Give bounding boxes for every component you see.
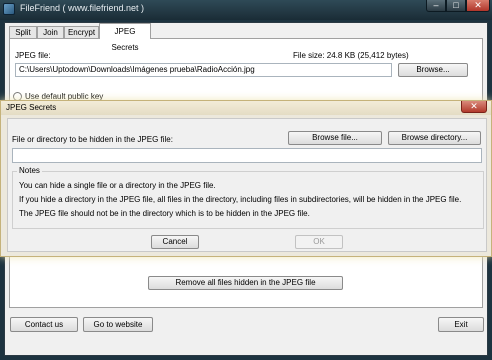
remove-all-hidden-button[interactable]: Remove all files hidden in the JPEG file [148,276,343,290]
close-button[interactable]: ✕ [466,0,490,12]
exit-button[interactable]: Exit [438,317,484,332]
jpeg-file-label: JPEG file: [15,51,51,60]
cancel-button[interactable]: Cancel [151,235,199,249]
notes-group: Notes You can hide a single file or a di… [12,166,484,229]
hide-target-label: File or directory to be hidden in the JP… [12,135,173,144]
dialog-title-bar[interactable]: JPEG Secrets ✕ [1,101,491,115]
note-line-3: The JPEG file should not be in the direc… [19,209,310,218]
ok-button[interactable]: OK [295,235,343,249]
dialog-title: JPEG Secrets [6,103,57,112]
dialog-body: File or directory to be hidden in the JP… [7,118,487,252]
maximize-button[interactable]: □ [446,0,466,12]
dialog-close-button[interactable]: ✕ [461,101,487,113]
notes-legend: Notes [17,166,42,175]
tab-jpeg-secrets[interactable]: JPEG Secrets [99,23,151,52]
minimize-button[interactable]: – [426,0,446,12]
app-icon [3,3,15,15]
contact-us-button[interactable]: Contact us [10,317,78,332]
note-line-1: You can hide a single file or a director… [19,181,216,190]
jpeg-file-path-field[interactable]: C:\Users\Uptodown\Downloads\Imágenes pru… [15,63,392,77]
go-to-website-button[interactable]: Go to website [83,317,153,332]
hide-target-path-field[interactable] [12,148,482,163]
browse-directory-button[interactable]: Browse directory... [388,131,481,145]
jpeg-secrets-dialog: JPEG Secrets ✕ File or directory to be h… [0,100,492,257]
window-title: FileFriend ( www.filefriend.net ) [20,3,145,13]
title-bar[interactable]: FileFriend ( www.filefriend.net ) – □ ✕ [0,0,492,20]
file-size-label: File size: 24.8 KB (25,412 bytes) [293,51,409,60]
browse-button[interactable]: Browse... [398,63,468,77]
note-line-2: If you hide a directory in the JPEG file… [19,195,462,204]
browse-file-button[interactable]: Browse file... [288,131,382,145]
